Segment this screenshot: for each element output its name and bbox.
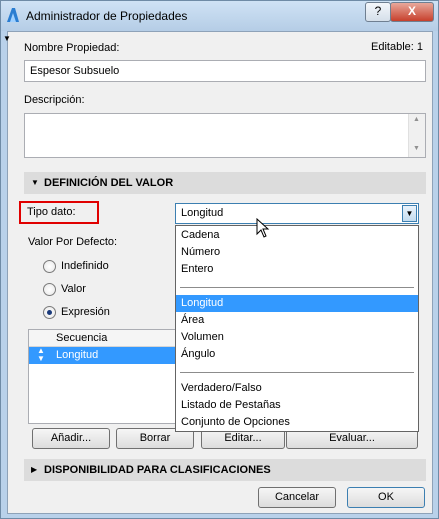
chevron-down-icon[interactable]: ▼ xyxy=(402,205,417,222)
dropdown-option-option-set[interactable]: Conjunto de Opciones xyxy=(181,416,290,428)
dropdown-option-entero[interactable]: Entero xyxy=(181,263,213,275)
collapse-arrow-icon[interactable]: ▼ xyxy=(3,34,11,43)
property-name-input[interactable]: Espesor Subsuelo xyxy=(24,60,426,82)
dropdown-separator xyxy=(180,372,414,373)
data-type-value: Longitud xyxy=(181,207,224,219)
app-icon xyxy=(7,8,19,22)
list-item[interactable]: ▲ ▼ Longitud xyxy=(29,347,177,364)
availability-header[interactable]: ▶ DISPONIBILIDAD PARA CLASIFICACIONES xyxy=(24,459,426,481)
data-type-select[interactable]: Longitud ▼ xyxy=(175,203,419,224)
description-scrollbar[interactable]: ▲ ▼ xyxy=(408,114,425,157)
data-type-label: Tipo dato: xyxy=(27,206,76,218)
ok-button[interactable]: OK xyxy=(347,487,425,508)
data-type-dropdown[interactable]: Cadena Número Entero Longitud Área Volum… xyxy=(175,225,419,432)
availability-title: DISPONIBILIDAD PARA CLASIFICACIONES xyxy=(44,464,271,476)
default-value-label: Valor Por Defecto: xyxy=(28,236,118,248)
window-title: Administrador de Propiedades xyxy=(26,9,188,23)
radio-value[interactable] xyxy=(43,283,56,296)
radio-expression[interactable] xyxy=(43,306,56,319)
radio-undefined-label: Indefinido xyxy=(61,260,109,272)
dialog-body: ▼ Nombre Propiedad: Editable: 1 Espesor … xyxy=(3,31,433,514)
dropdown-option-tabs-list[interactable]: Listado de Pestañas xyxy=(181,399,281,411)
value-definition-title: DEFINICIÓN DEL VALOR xyxy=(44,177,174,189)
dropdown-separator xyxy=(180,287,414,288)
cancel-button[interactable]: Cancelar xyxy=(258,487,336,508)
radio-undefined[interactable] xyxy=(43,260,56,273)
dropdown-option-cadena[interactable]: Cadena xyxy=(181,229,220,241)
property-name-label: Nombre Propiedad: xyxy=(24,42,120,54)
editable-count: Editable: 1 xyxy=(371,41,423,53)
description-label: Descripción: xyxy=(24,94,85,106)
close-button[interactable]: X xyxy=(390,2,434,22)
dropdown-option-angulo[interactable]: Ángulo xyxy=(181,348,215,360)
help-button[interactable]: ? xyxy=(365,2,391,22)
description-input[interactable] xyxy=(24,113,426,158)
dropdown-option-numero[interactable]: Número xyxy=(181,246,220,258)
dialog-window: Administrador de Propiedades ? X ▼ Nombr… xyxy=(0,0,439,519)
reorder-handle-icon[interactable]: ▲ ▼ xyxy=(37,347,45,363)
radio-value-label: Valor xyxy=(61,283,86,295)
dropdown-option-area[interactable]: Área xyxy=(181,314,204,326)
mouse-cursor-icon xyxy=(256,218,270,238)
title-bar[interactable]: Administrador de Propiedades ? X xyxy=(1,1,438,31)
dropdown-option-longitud[interactable]: Longitud xyxy=(176,295,418,312)
collapsed-triangle-icon: ▶ xyxy=(31,465,38,474)
scroll-up-icon[interactable]: ▲ xyxy=(413,116,420,123)
scroll-down-icon[interactable]: ▼ xyxy=(413,145,420,152)
add-button[interactable]: Añadir... xyxy=(32,428,110,449)
list-header: Secuencia xyxy=(29,330,177,347)
dropdown-option-boolean[interactable]: Verdadero/Falso xyxy=(181,382,262,394)
radio-expression-label: Expresión xyxy=(61,306,110,318)
value-definition-header[interactable]: ▼ DEFINICIÓN DEL VALOR xyxy=(24,172,426,194)
list-item-label: Longitud xyxy=(56,349,99,361)
dropdown-option-volumen[interactable]: Volumen xyxy=(181,331,224,343)
expanded-triangle-icon: ▼ xyxy=(31,178,39,187)
expression-list[interactable]: Secuencia ▲ ▼ Longitud xyxy=(28,329,178,424)
